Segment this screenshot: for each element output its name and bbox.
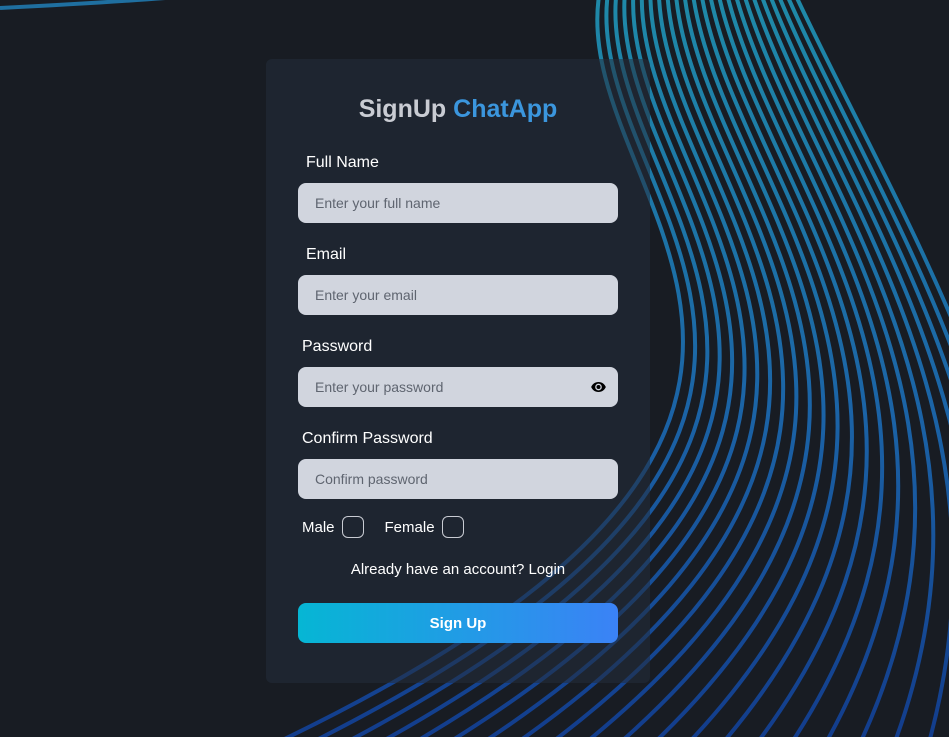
email-label: Email <box>306 246 347 263</box>
male-label: Male <box>302 518 335 536</box>
password-label: Password <box>302 338 373 355</box>
title-prefix: SignUp <box>358 95 447 123</box>
full-name-input[interactable] <box>298 183 618 223</box>
signup-button[interactable]: Sign Up <box>298 603 618 643</box>
email-input[interactable] <box>298 275 618 315</box>
title-accent: ChatApp <box>453 95 558 123</box>
male-checkbox[interactable] <box>341 516 364 538</box>
password-input[interactable] <box>298 367 618 407</box>
confirm-password-label: Confirm Password <box>302 430 433 447</box>
eye-icon[interactable] <box>590 379 607 395</box>
signup-card: SignUp ChatApp Full Name Email Password … <box>266 59 650 683</box>
gender-selector: Male Female <box>302 515 464 539</box>
login-link[interactable]: Already have an account? Login <box>266 561 650 578</box>
full-name-label: Full Name <box>306 154 379 171</box>
page-title: SignUp ChatApp <box>266 95 650 124</box>
password-field-wrapper <box>298 367 618 407</box>
female-label: Female <box>384 518 435 536</box>
confirm-password-input[interactable] <box>298 459 618 499</box>
female-checkbox[interactable] <box>441 516 464 538</box>
